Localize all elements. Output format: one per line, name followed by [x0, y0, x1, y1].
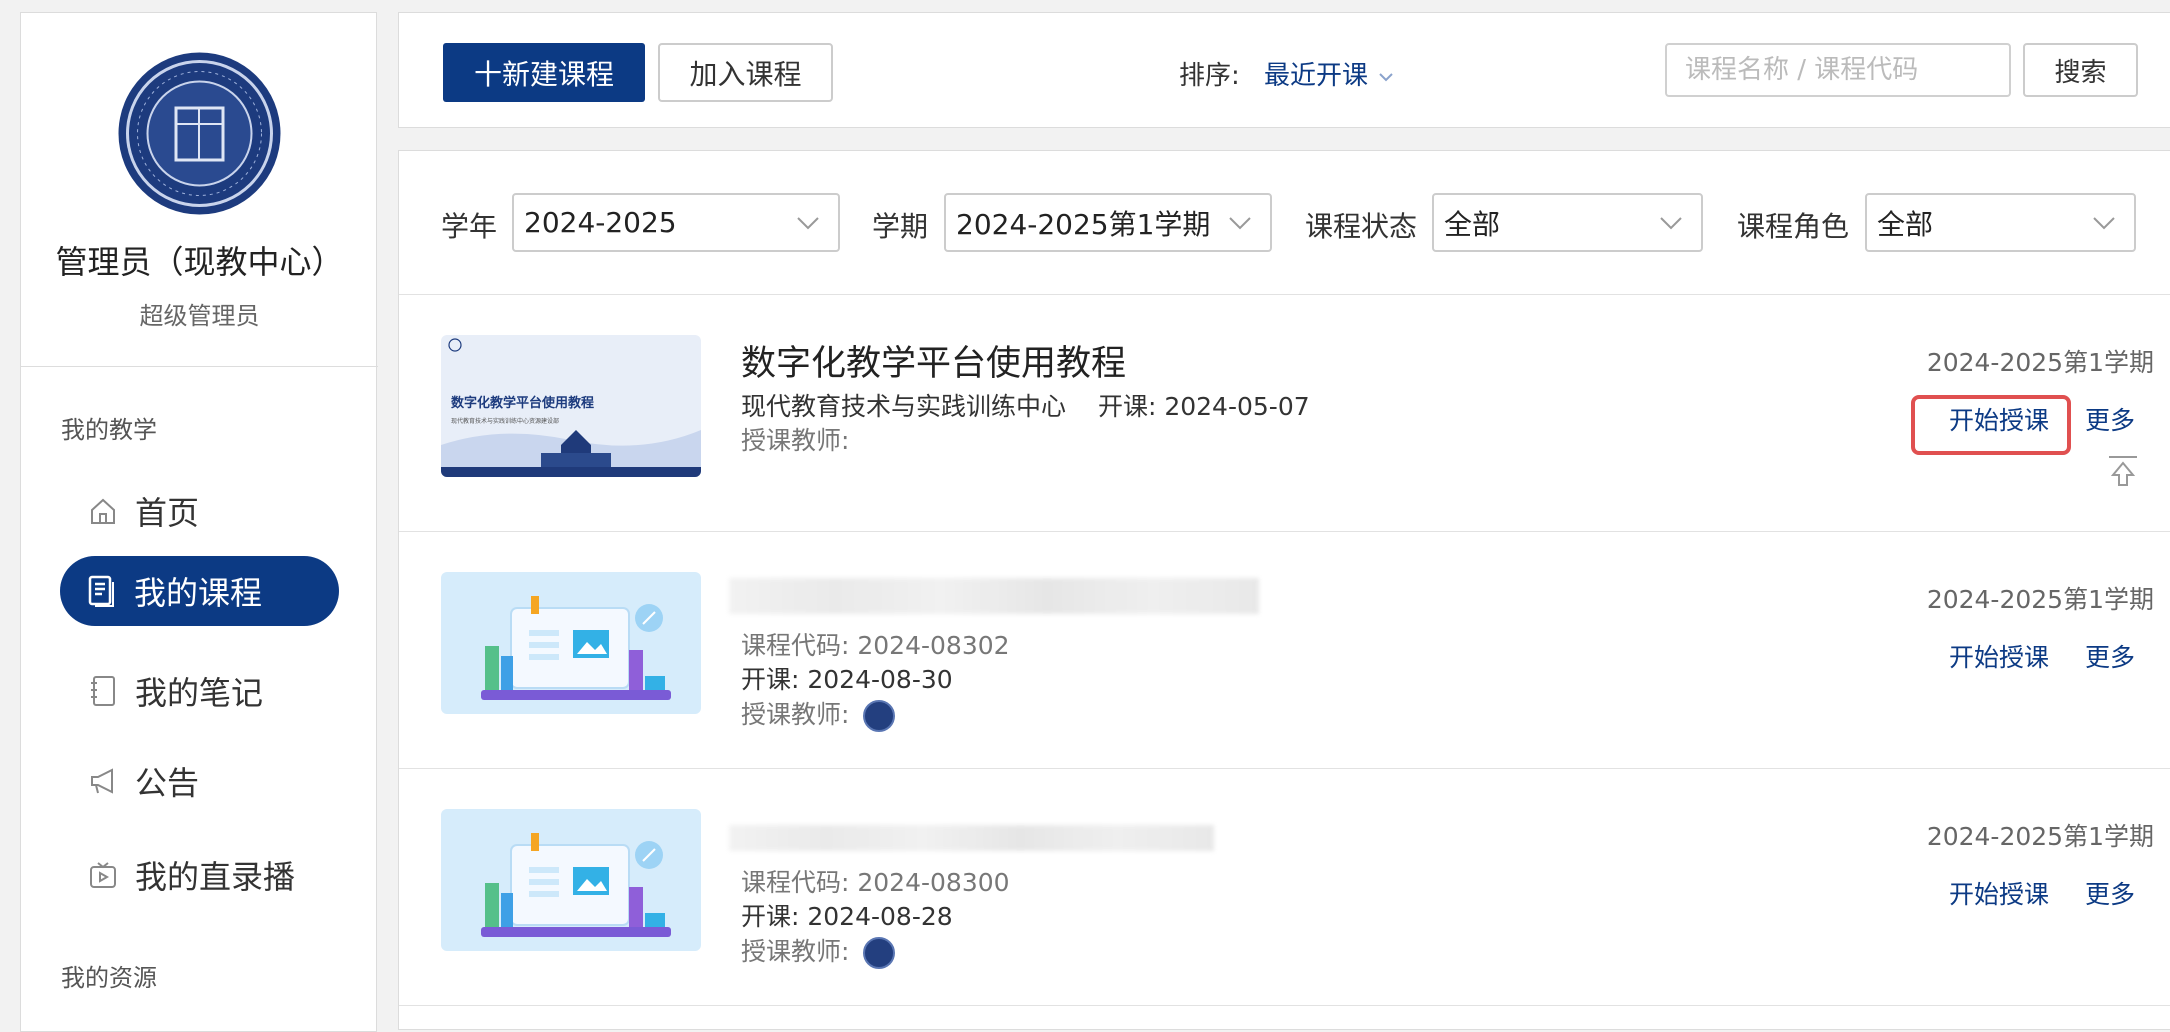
year-value: 2024-2025	[524, 206, 677, 239]
term-value: 2024-2025第1学期	[956, 207, 1211, 241]
course-card[interactable]: 数字化教学平台使用教程 现代教育技术与实践训练中心资源建设部 数字化教学平台使用…	[399, 295, 2170, 532]
course-card[interactable]: 课程代码: 2024-08302 开课: 2024-08-30 授课教师: 20…	[399, 532, 2170, 769]
search-input[interactable]	[1665, 43, 2011, 97]
course-panel: 学年 2024-2025 学期 2024-2025第1学期 课程状态 全部 课程…	[398, 150, 2170, 1030]
more-button[interactable]: 更多	[2085, 638, 2135, 674]
new-course-button[interactable]: 十新建课程	[443, 43, 645, 102]
chevron-down-icon	[1378, 59, 1394, 89]
sidebar-item-live[interactable]: 我的直录播	[61, 840, 339, 910]
status-label: 课程状态	[1305, 210, 1418, 243]
sidebar-item-label: 我的笔记	[135, 674, 264, 712]
course-thumbnail[interactable]	[441, 809, 701, 951]
section-teaching: 我的教学	[61, 416, 157, 444]
teacher-avatar[interactable]	[863, 937, 896, 969]
sidebar-item-my-courses[interactable]: 我的课程	[60, 556, 339, 626]
term-select[interactable]: 2024-2025第1学期	[944, 193, 1272, 252]
course-title[interactable]: 数字化教学平台使用教程	[741, 335, 1126, 386]
course-start: 开课: 2024-08-28	[741, 902, 953, 931]
start-teaching-button[interactable]: 开始授课	[1949, 638, 2049, 674]
chevron-down-icon	[1226, 209, 1254, 244]
thumb-subtitle: 现代教育技术与实践训练中心资源建设部	[451, 417, 559, 425]
sidebar-item-home[interactable]: 首页	[61, 476, 339, 546]
redacted-course-title	[729, 825, 1214, 851]
pin-top-icon[interactable]	[2107, 455, 2139, 493]
sidebar-item-label: 我的直录播	[135, 858, 296, 896]
teacher-avatar[interactable]	[863, 700, 896, 732]
megaphone-icon	[87, 765, 119, 797]
course-teacher-row: 授课教师:	[741, 932, 896, 969]
search-button[interactable]: 搜索	[2023, 43, 2138, 97]
course-teacher: 授课教师:	[741, 426, 850, 455]
document-icon	[86, 575, 118, 607]
course-start: 开课: 2024-08-30	[741, 665, 953, 694]
course-card[interactable]: 课程代码: 2024-08300 开课: 2024-08-28 授课教师: 20…	[399, 769, 2170, 1006]
course-teacher: 授课教师:	[741, 700, 850, 729]
user-name: 管理员（现教中心）	[55, 243, 344, 281]
sidebar-item-label: 公告	[135, 764, 200, 802]
section-resources: 我的资源	[61, 964, 157, 992]
chevron-down-icon	[2090, 209, 2118, 244]
top-toolbar: 十新建课程 加入课程 排序: 最近开课 搜索	[398, 12, 2170, 128]
year-select[interactable]: 2024-2025	[512, 193, 840, 252]
status-value: 全部	[1444, 207, 1501, 241]
course-code: 课程代码: 2024-08300	[741, 868, 1010, 897]
sidebar-item-notes[interactable]: 我的笔记	[61, 656, 339, 726]
user-role: 超级管理员	[139, 302, 260, 330]
chevron-down-icon	[794, 209, 822, 244]
more-button[interactable]: 更多	[2085, 875, 2135, 911]
role-value: 全部	[1877, 207, 1934, 241]
join-course-button[interactable]: 加入课程	[658, 43, 833, 102]
course-semester: 2024-2025第1学期	[1926, 585, 2154, 614]
role-select[interactable]: 全部	[1865, 193, 2136, 252]
course-semester: 2024-2025第1学期	[1926, 822, 2154, 851]
start-teaching-button[interactable]: 开始授课	[1949, 401, 2049, 437]
thumb-title: 数字化教学平台使用教程	[451, 395, 594, 411]
sidebar-divider	[21, 366, 378, 367]
course-thumbnail[interactable]: 数字化教学平台使用教程 现代教育技术与实践训练中心资源建设部	[441, 335, 701, 477]
filter-bar: 学年 2024-2025 学期 2024-2025第1学期 课程状态 全部 课程…	[399, 151, 2170, 295]
sort-value: 最近开课	[1264, 61, 1369, 91]
sidebar-item-label: 首页	[135, 494, 200, 532]
sort-label: 排序:	[1179, 61, 1240, 91]
redacted-course-title	[729, 578, 1259, 614]
term-label: 学期	[872, 210, 929, 243]
course-meta: 现代教育技术与实践训练中心 开课: 2024-05-07	[741, 387, 1310, 423]
course-teacher: 授课教师:	[741, 937, 850, 966]
role-label: 课程角色	[1737, 210, 1850, 243]
sort-dropdown[interactable]: 最近开课	[1264, 55, 1394, 92]
course-teacher-row: 授课教师:	[741, 695, 896, 732]
chevron-down-icon	[1657, 209, 1685, 244]
notebook-icon	[87, 675, 119, 707]
course-code: 课程代码: 2024-08302	[741, 631, 1010, 660]
video-icon	[87, 859, 119, 891]
course-org: 现代教育技术与实践训练中心	[741, 392, 1067, 421]
course-thumbnail[interactable]	[441, 572, 701, 714]
sidebar-item-label: 我的课程	[134, 574, 263, 612]
start-teaching-button[interactable]: 开始授课	[1949, 875, 2049, 911]
year-label: 学年	[441, 210, 498, 243]
home-icon	[87, 495, 119, 527]
course-start: 开课: 2024-05-07	[1097, 392, 1310, 421]
more-button[interactable]: 更多	[2085, 401, 2135, 437]
status-select[interactable]: 全部	[1432, 193, 1703, 252]
course-semester: 2024-2025第1学期	[1926, 348, 2154, 377]
sidebar-item-announcements[interactable]: 公告	[61, 746, 339, 816]
sidebar: 管理员（现教中心） 超级管理员 我的教学 首页 我的课程 我的笔记 公告 我的直…	[20, 12, 378, 1032]
user-avatar[interactable]	[118, 52, 281, 215]
